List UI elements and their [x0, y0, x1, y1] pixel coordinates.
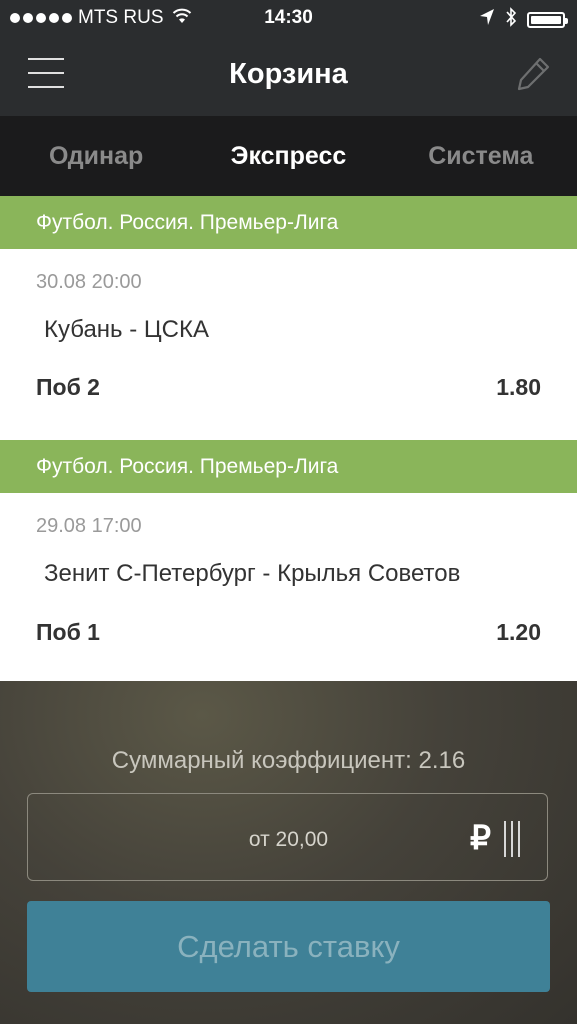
bet-item[interactable]: 29.08 17:00 Зенит С-Петербург - Крылья С… [0, 493, 577, 682]
edit-icon[interactable] [515, 56, 551, 92]
league-header: Футбол. Россия. Премьер-Лига [0, 196, 577, 249]
bet-item[interactable]: 30.08 20:00 Кубань - ЦСКА Поб 2 1.80 [0, 249, 577, 440]
place-bet-button[interactable]: Сделать ставку [27, 901, 550, 992]
bet-summary-panel: Суммарный коэффициент: 2.16 от 20,00 ₽ С… [0, 681, 577, 1024]
bet-outcome: Поб 2 [36, 374, 100, 400]
navigation-bar: Корзина [0, 36, 577, 116]
league-header: Футбол. Россия. Премьер-Лига [0, 440, 577, 493]
tab-single[interactable]: Одинар [0, 116, 192, 196]
event-teams: Кубань - ЦСКА [44, 316, 209, 343]
battery-icon [527, 12, 568, 28]
bet-odds: 1.80 [496, 374, 541, 400]
status-bar: MTS RUS 14:30 [0, 0, 577, 36]
page-title: Корзина [229, 58, 348, 90]
bet-outcome: Поб 1 [36, 619, 100, 645]
tab-express[interactable]: Экспресс [192, 116, 384, 196]
event-date: 29.08 17:00 [36, 515, 142, 537]
event-teams: Зенит С-Петербург - Крылья Советов [44, 560, 461, 587]
currency-symbol: ₽ [470, 819, 491, 856]
stake-input[interactable]: от 20,00 ₽ [27, 793, 548, 881]
total-coefficient: Суммарный коэффициент: 2.16 [111, 747, 466, 774]
bet-type-tabs: Одинар Экспресс Система [0, 116, 577, 196]
location-icon [479, 8, 495, 32]
keyboard-toggle-icon[interactable] [504, 821, 520, 857]
bet-odds: 1.20 [496, 619, 541, 645]
event-date: 30.08 20:00 [36, 271, 142, 293]
tab-system[interactable]: Система [385, 116, 577, 196]
bluetooth-icon [505, 7, 517, 33]
bet-list: Футбол. Россия. Премьер-Лига 30.08 20:00… [0, 196, 577, 682]
